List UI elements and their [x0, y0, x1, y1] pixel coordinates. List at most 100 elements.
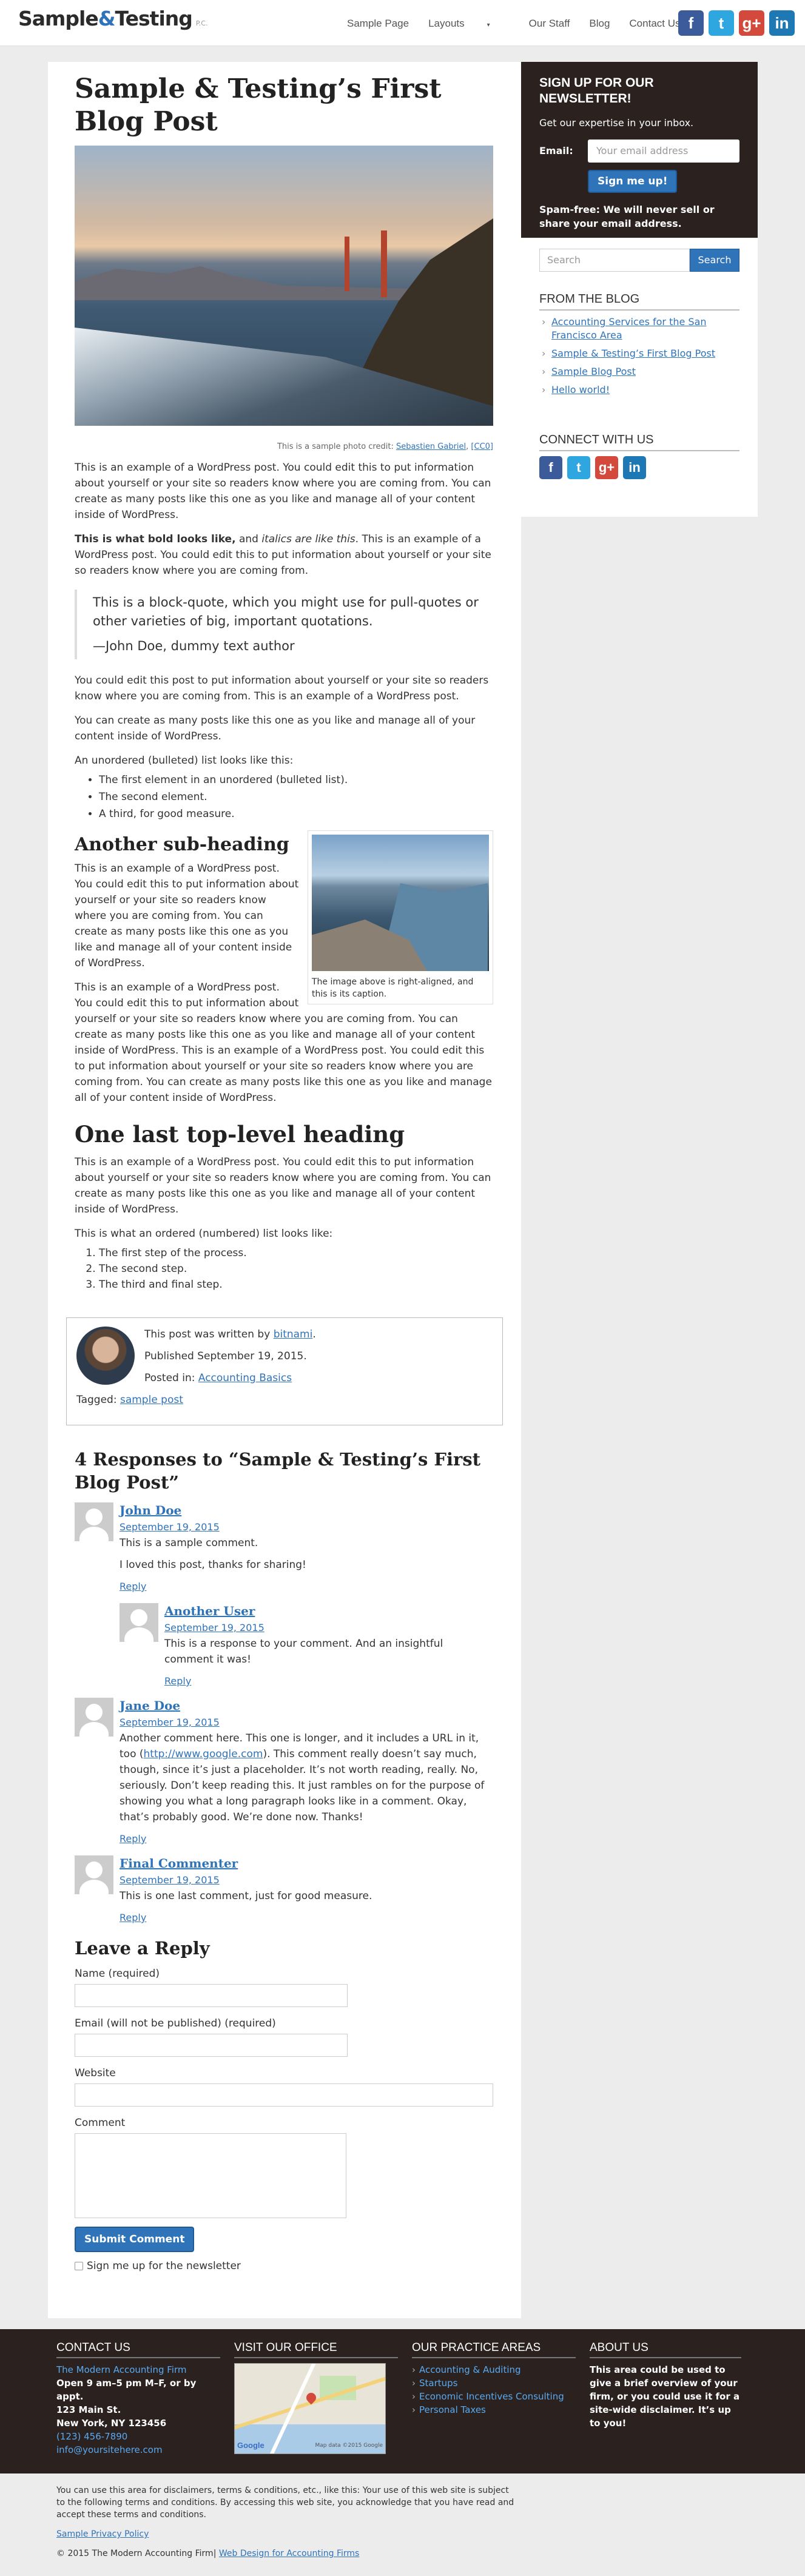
photo-credit-link[interactable]: Sebastien Gabriel	[396, 442, 466, 451]
commenter-name[interactable]: Jane Doe	[120, 1698, 180, 1713]
submit-comment-button[interactable]: Submit Comment	[75, 2227, 195, 2252]
comment-text: This is a response to your comment. And …	[164, 1638, 443, 1666]
search-button[interactable]: Search	[690, 249, 739, 272]
tag-link[interactable]: sample post	[120, 1394, 183, 1406]
comment-text: This is one last comment, just for good …	[120, 1890, 372, 1902]
reply-link[interactable]: Reply	[164, 1675, 191, 1687]
search-input[interactable]: Search	[539, 249, 690, 272]
twitter-icon[interactable]: t	[567, 456, 590, 479]
logo-suffix: P.C.	[195, 19, 208, 27]
reply-link[interactable]: Reply	[120, 1912, 146, 1923]
address-line-2: New York, NY 123456	[56, 2418, 167, 2429]
newsletter-checkbox[interactable]	[75, 2262, 83, 2270]
comment-date[interactable]: September 19, 2015	[120, 1521, 220, 1533]
recent-post-link[interactable]: Sample Blog Post	[551, 366, 636, 377]
office-map[interactable]: Google Map data ©2015 Google	[234, 2363, 386, 2454]
comment-date[interactable]: September 19, 2015	[120, 1717, 220, 1728]
facebook-icon[interactable]: f	[539, 456, 562, 479]
practice-area-link[interactable]: Accounting & Auditing	[419, 2364, 521, 2375]
post-paragraph-4: You can create as many posts like this o…	[75, 715, 476, 742]
reply-form: Name (required) Email (will not be publi…	[75, 1966, 493, 2274]
newsletter-title: SIGN UP FOR OUR NEWSLETTER!	[539, 76, 654, 106]
from-the-blog-title: FROM THE BLOG	[539, 291, 739, 311]
practice-area-item: Accounting & Auditing	[412, 2363, 576, 2376]
ul-intro: An unordered (bulleted) list looks like …	[75, 755, 294, 767]
author-avatar	[76, 1327, 135, 1385]
comment-url-link[interactable]: http://www.google.com	[144, 1748, 263, 1760]
web-design-link[interactable]: Web Design for Accounting Firms	[219, 2549, 359, 2558]
figure-caption: The image above is right-aligned, and th…	[312, 977, 474, 999]
newsletter-email-label: Email:	[539, 145, 573, 156]
nav-layouts[interactable]: Layouts ▾	[428, 16, 510, 33]
nav-our-staff[interactable]: Our Staff	[529, 16, 570, 33]
legal-content: You can use this area for disclaimers, t…	[56, 2484, 517, 2567]
privacy-policy-link[interactable]: Sample Privacy Policy	[56, 2529, 149, 2539]
photo-license-link[interactable]: [CC0]	[471, 442, 493, 451]
comment-avatar	[75, 1502, 113, 1541]
office-hours: Open 9 am–5 pm M–F, or by appt.	[56, 2378, 197, 2402]
nav-contact-us[interactable]: Contact Us	[629, 16, 680, 33]
practice-area-link[interactable]: Personal Taxes	[419, 2404, 486, 2415]
comment-textarea[interactable]	[75, 2133, 346, 2218]
map-logo: Google	[237, 2441, 264, 2450]
fjord-image	[312, 835, 489, 971]
commenter-name[interactable]: Another User	[164, 1604, 255, 1618]
comment-jane-doe: Jane Doe September 19, 2015 Another comm…	[75, 1698, 493, 1847]
twitter-icon[interactable]: t	[709, 10, 734, 36]
linkedin-icon[interactable]: in	[769, 10, 795, 36]
newsletter-email-input[interactable]: Your email address	[588, 140, 739, 163]
post-paragraph-7: This is an example of a WordPress post. …	[75, 1156, 491, 1216]
author-info: This post was written by bitnami. Publis…	[144, 1327, 493, 1386]
recent-post-link[interactable]: Accounting Services for the San Francisc…	[551, 316, 707, 341]
post-title: Sample & Testing’s First Blog Post	[75, 73, 442, 137]
footer-office-title: VISIT OUR OFFICE	[234, 2341, 398, 2358]
legal-bar: You can use this area for disclaimers, t…	[0, 2473, 805, 2576]
leave-reply-heading: Leave a Reply	[75, 1938, 210, 1959]
comment-date[interactable]: September 19, 2015	[164, 1622, 264, 1633]
google-plus-icon[interactable]: g+	[595, 456, 618, 479]
reply-link[interactable]: Reply	[120, 1581, 146, 1592]
phone-link[interactable]: (123) 456-7890	[56, 2431, 127, 2442]
connect-title: CONNECT WITH US	[539, 432, 739, 451]
connect-widget: CONNECT WITH US f t g+ in	[539, 432, 739, 479]
name-field[interactable]	[75, 1984, 348, 2007]
firm-name-link[interactable]: The Modern Accounting Firm	[56, 2364, 186, 2375]
footer-office: VISIT OUR OFFICE Google Map data ©2015 G…	[234, 2341, 398, 2454]
list-item: The second element.	[99, 789, 493, 805]
comment-date[interactable]: September 19, 2015	[120, 1874, 220, 1886]
commenter-name[interactable]: Final Commenter	[120, 1856, 238, 1871]
website-field[interactable]	[75, 2083, 493, 2107]
practice-area-link[interactable]: Economic Incentives Consulting	[419, 2391, 564, 2402]
google-plus-icon[interactable]: g+	[739, 10, 764, 36]
recent-post-item: Sample Blog Post	[539, 365, 739, 378]
email-link[interactable]: info@yoursitehere.com	[56, 2444, 163, 2455]
nav-sample-page[interactable]: Sample Page	[347, 16, 409, 33]
practice-area-link[interactable]: Startups	[419, 2378, 458, 2389]
comment-label: Comment	[75, 2117, 126, 2129]
nav-blog[interactable]: Blog	[589, 16, 610, 33]
practice-area-item: Economic Incentives Consulting	[412, 2390, 576, 2403]
comments-heading: 4 Responses to “Sample & Testing’s First…	[75, 1449, 481, 1493]
bridge-tower-right	[381, 230, 387, 297]
sign-me-up-button[interactable]: Sign me up!	[588, 170, 678, 193]
sidebar: SIGN UP FOR OUR NEWSLETTER! Get our expe…	[521, 62, 758, 517]
commenter-name[interactable]: John Doe	[120, 1503, 181, 1518]
sidebar-social-links: f t g+ in	[539, 456, 739, 479]
site-logo[interactable]: Sample&Testing P.C.	[18, 8, 208, 32]
recent-post-link[interactable]: Sample & Testing’s First Blog Post	[551, 348, 715, 359]
author-link[interactable]: bitnami	[274, 1328, 313, 1340]
list-item: A third, for good measure.	[99, 806, 493, 822]
reply-link[interactable]: Reply	[120, 1833, 146, 1845]
category-link[interactable]: Accounting Basics	[198, 1372, 292, 1384]
italic-example: italics are like this	[261, 533, 355, 545]
list-item: The first step of the process.	[99, 1245, 493, 1261]
facebook-icon[interactable]: f	[678, 10, 704, 36]
recent-post-item: Hello world!	[539, 383, 739, 397]
linkedin-icon[interactable]: in	[623, 456, 646, 479]
tagged-label: Tagged:	[76, 1394, 117, 1406]
recent-post-link[interactable]: Hello world!	[551, 384, 610, 395]
email-field[interactable]	[75, 2034, 348, 2057]
featured-image	[75, 146, 493, 426]
post-paragraph-1: This is an example of a WordPress post. …	[75, 462, 491, 521]
copyright-line: © 2015 The Modern Accounting Firm| Web D…	[56, 2547, 517, 2560]
